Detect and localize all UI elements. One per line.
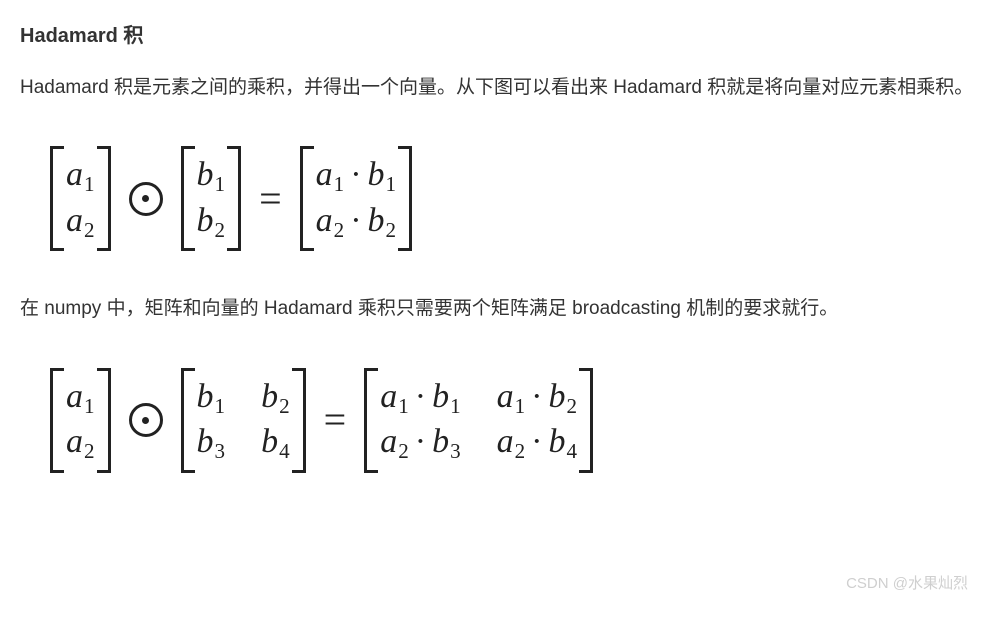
- intro-paragraph-2: 在 numpy 中，矩阵和向量的 Hadamard 乘积只需要两个矩阵满足 br…: [20, 291, 986, 327]
- formula1-matrix-b: b1b2: [181, 146, 242, 251]
- formula2-matrix-a: a1a2: [50, 368, 111, 473]
- watermark: CSDN @水果灿烈: [846, 572, 968, 596]
- formula-1: a1a2 b1b2 = a1·b1a2·b2: [50, 146, 986, 251]
- formula-2: a1a2 b1b2b3b4 = a1·b1a1·b2a2·b3a2·b4: [50, 368, 986, 473]
- formula2-matrix-result: a1·b1a1·b2a2·b3a2·b4: [364, 368, 593, 473]
- intro-paragraph-1: Hadamard 积是元素之间的乘积，并得出一个向量。从下图可以看出来 Hada…: [20, 70, 986, 106]
- hadamard-operator-icon: [129, 403, 163, 437]
- formula1-matrix-a: a1a2: [50, 146, 111, 251]
- formula2-matrix-b: b1b2b3b4: [181, 368, 306, 473]
- equals-sign: =: [324, 400, 347, 440]
- equals-sign: =: [259, 179, 282, 219]
- formula1-matrix-result: a1·b1a2·b2: [300, 146, 412, 251]
- hadamard-operator-icon: [129, 182, 163, 216]
- section-heading: Hadamard 积: [20, 20, 986, 52]
